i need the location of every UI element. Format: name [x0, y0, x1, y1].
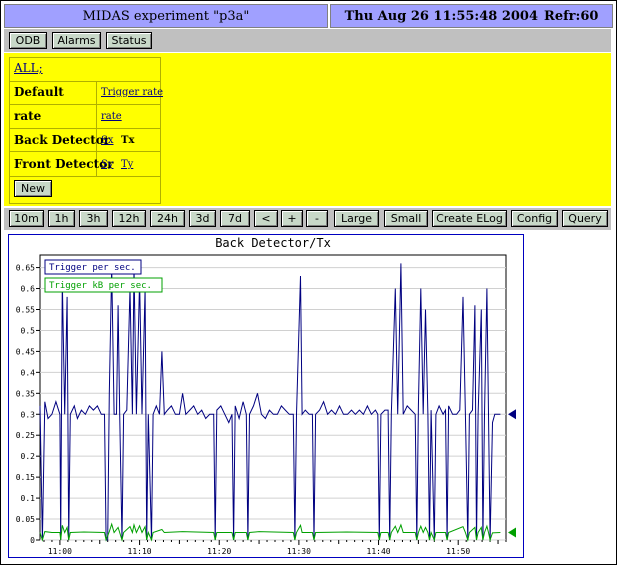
y-tick-label: 0.05: [16, 515, 35, 524]
panel-link-ty[interactable]: Ty: [121, 159, 133, 170]
x-tick-label: 11:10: [128, 547, 152, 556]
y-tick-label: 0.25: [16, 431, 35, 440]
current-value-marker: [508, 409, 516, 420]
x-tick-label: 11:40: [367, 547, 391, 556]
divider: [9, 151, 160, 152]
divider: [9, 104, 160, 105]
legend-label: Trigger kB per sec.: [49, 281, 152, 291]
x-tick-label: 11:30: [287, 547, 311, 556]
divider: [9, 128, 160, 129]
y-tick-label: 0.55: [16, 305, 35, 314]
create-elog-button[interactable]: Create ELog: [432, 210, 507, 227]
y-tick-label: 0.2: [21, 452, 36, 461]
large-button[interactable]: Large: [334, 210, 379, 227]
history-plot: Back Detector/Tx 0 0.05 0.1 0.15 0.2 0.25 0.3 0.…: [8, 234, 524, 558]
y-tick-label: 0.6: [21, 285, 36, 294]
divider: [9, 176, 160, 177]
y-tick-label: 0.65: [16, 264, 35, 273]
y-tick-label: 0.45: [16, 347, 35, 356]
experiment-title: MIDAS experiment "p3a": [4, 4, 328, 28]
panel-link-trigger-rate[interactable]: Trigger rate: [101, 87, 163, 98]
legend-label: Trigger per sec.: [49, 263, 136, 273]
y-tick-label: 0.4: [21, 368, 36, 377]
range-1h-button[interactable]: 1h: [48, 210, 75, 227]
group-label-default: Default: [14, 85, 64, 99]
plot-area: [39, 254, 507, 541]
y-tick-label: 0.1: [21, 494, 36, 503]
new-panel-button[interactable]: New: [14, 180, 52, 197]
group-link-all[interactable]: ALL;: [14, 61, 43, 75]
refresh-interval: Refr:60: [544, 8, 599, 24]
range-7d-button[interactable]: 7d: [220, 210, 250, 227]
range-3d-button[interactable]: 3d: [189, 210, 216, 227]
current-datetime: Thu Aug 26 11:55:48 2004: [344, 8, 539, 24]
group-label-rate: rate: [14, 109, 42, 123]
status-button[interactable]: Status: [106, 32, 152, 49]
group-label-back-detector: Back Detector: [14, 133, 111, 147]
range-24h-button[interactable]: 24h: [150, 210, 185, 227]
history-plot-svg: Back Detector/Tx 0 0.05 0.1 0.15 0.2 0.25 0.3 0.…: [16, 236, 516, 556]
x-tick-label: 11:00: [48, 547, 72, 556]
odb-button[interactable]: ODB: [9, 32, 47, 49]
y-tick-label: 0.5: [21, 326, 36, 335]
y-tick-label: 0.15: [16, 473, 35, 482]
divider: [9, 81, 160, 82]
query-button[interactable]: Query: [562, 210, 608, 227]
small-button[interactable]: Small: [384, 210, 428, 227]
range-3h-button[interactable]: 3h: [79, 210, 108, 227]
range-10m-button[interactable]: 10m: [9, 210, 44, 227]
zoom-out-button[interactable]: -: [306, 210, 328, 227]
zoom-in-button[interactable]: +: [281, 210, 303, 227]
panel-link-sx[interactable]: Sx: [101, 135, 114, 146]
panel-current-tx: Tx: [121, 135, 135, 146]
x-tick-label: 11:50: [446, 547, 470, 556]
status-header: Thu Aug 26 11:55:48 2004 Refr:60: [330, 4, 613, 28]
group-label-front-detector: Front Detector: [14, 157, 114, 171]
config-button[interactable]: Config: [511, 210, 558, 227]
panel-link-sy[interactable]: Sy: [101, 159, 114, 170]
range-12h-button[interactable]: 12h: [112, 210, 146, 227]
scroll-back-button[interactable]: <: [254, 210, 278, 227]
panel-link-rate[interactable]: rate: [101, 111, 122, 122]
x-tick-label: 11:20: [207, 547, 231, 556]
chart-title: Back Detector/Tx: [215, 236, 331, 250]
alarms-button[interactable]: Alarms: [52, 32, 101, 49]
y-tick-label: 0.3: [21, 410, 36, 419]
y-tick-label: 0: [30, 536, 35, 545]
y-tick-label: 0.35: [16, 389, 35, 398]
current-value-marker: [508, 527, 516, 538]
